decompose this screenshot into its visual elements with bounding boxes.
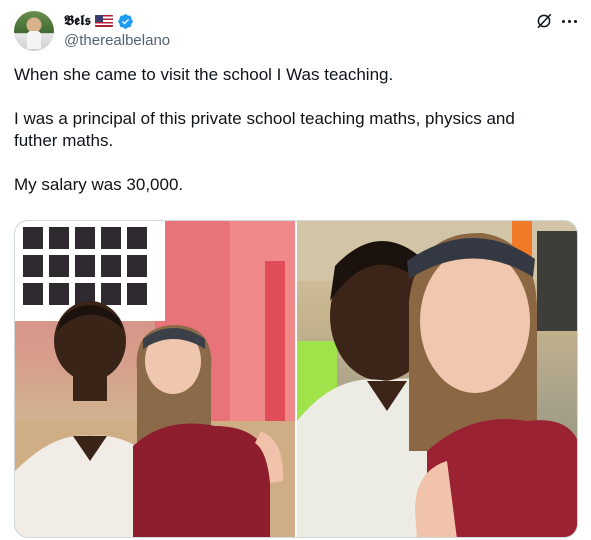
photo-selfie-right[interactable] — [297, 221, 577, 537]
author-display-name[interactable]: 𝕭𝖊𝖑𝖘 — [64, 13, 91, 29]
photo-selfie-left[interactable] — [15, 221, 295, 537]
media-grid — [14, 220, 578, 538]
author-name-row: 𝕭𝖊𝖑𝖘 — [64, 11, 134, 31]
more-options-icon[interactable] — [560, 12, 580, 30]
tweet-text: When she came to visit the school I Was … — [14, 64, 574, 196]
avatar[interactable] — [14, 11, 54, 51]
author-handle[interactable]: @therealbelano — [64, 32, 170, 49]
tweet-paragraph: My salary was 30,000. — [14, 175, 184, 194]
tweet-paragraph: When she came to visit the school I Was … — [14, 65, 394, 84]
tweet-card[interactable]: 𝕭𝖊𝖑𝖘 @therealbelano When she came to vis… — [0, 0, 591, 540]
tweet-paragraph: I was a principal of this private school… — [14, 109, 515, 150]
grok-icon[interactable] — [535, 12, 553, 30]
verified-badge-icon — [118, 13, 133, 29]
us-flag-icon — [95, 15, 114, 27]
